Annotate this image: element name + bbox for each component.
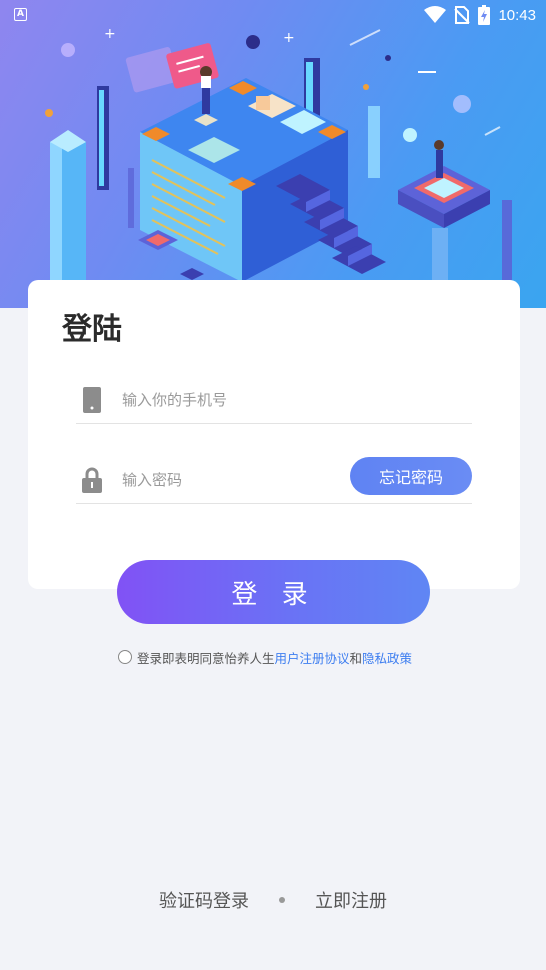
bottom-links: 验证码登录 立即注册 <box>0 886 546 914</box>
user-agreement-link[interactable]: 用户注册协议 <box>275 648 350 667</box>
privacy-policy-link[interactable]: 隐私政策 <box>362 648 412 667</box>
password-field: 忘记密码 <box>76 456 472 504</box>
svg-text:+: + <box>283 30 295 46</box>
agreement-text: 登录即表明同意怡养人生 <box>137 650 275 666</box>
agreement-radio[interactable] <box>118 650 132 664</box>
battery-charging-icon <box>478 5 491 25</box>
login-button[interactable]: 登 录 <box>117 560 430 624</box>
app-notification-icon: A <box>14 8 27 21</box>
phone-input[interactable] <box>122 390 472 409</box>
login-card: 登陆 忘记密码 <box>28 280 520 589</box>
sms-login-link[interactable]: 验证码登录 <box>159 887 249 913</box>
password-input[interactable] <box>122 470 350 489</box>
isometric-data-center-illustration: + + <box>45 26 512 308</box>
agreement-row: 登录即表明同意怡养人生 用户注册协议 和 隐私政策 <box>118 648 412 666</box>
wifi-icon <box>424 6 447 23</box>
status-time: 10:43 <box>498 6 536 24</box>
no-sim-icon <box>454 6 471 24</box>
lock-icon <box>80 467 104 493</box>
phone-icon <box>80 386 104 413</box>
status-bar: A 10:43 <box>0 0 546 30</box>
forgot-password-button[interactable]: 忘记密码 <box>350 456 472 495</box>
register-link[interactable]: 立即注册 <box>315 887 387 913</box>
phone-field <box>76 376 472 424</box>
separator-dot <box>279 897 285 903</box>
hero-banner: + + <box>0 0 546 308</box>
agreement-and: 和 <box>349 650 363 666</box>
page-title: 登陆 <box>62 312 122 347</box>
